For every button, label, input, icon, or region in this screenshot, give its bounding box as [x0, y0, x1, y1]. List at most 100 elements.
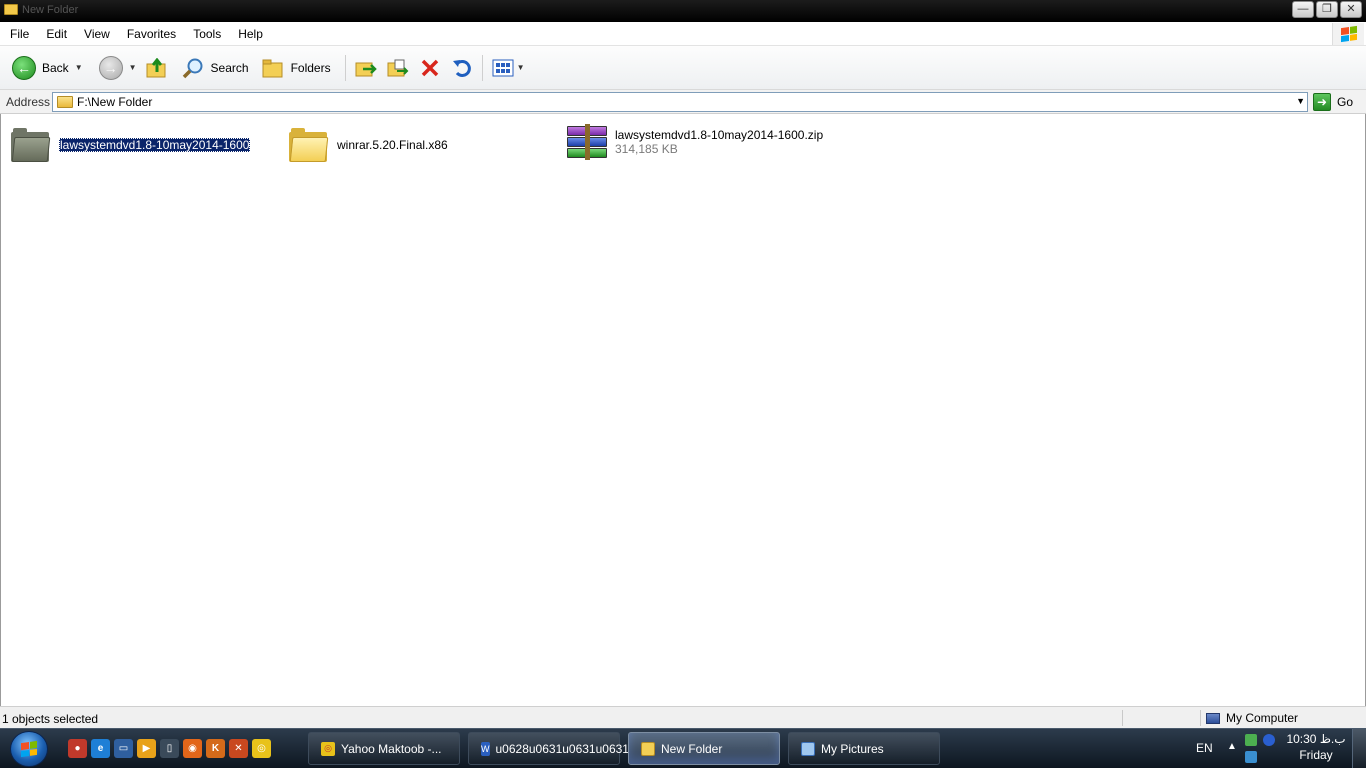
my-computer-icon [1206, 712, 1220, 724]
address-bar: Address F:\New Folder ▼ ➜ Go [0, 90, 1366, 114]
delete-icon [418, 56, 442, 80]
show-desktop-button[interactable] [1352, 729, 1366, 768]
file-name[interactable]: lawsystemdvd1.8-10may2014-1600 [59, 138, 251, 152]
pictures-icon [801, 741, 815, 756]
folder-icon [57, 96, 73, 108]
status-location-label: My Computer [1226, 711, 1299, 725]
start-button[interactable] [10, 731, 48, 767]
windows-logo-icon [1332, 23, 1364, 45]
undo-icon [450, 56, 474, 80]
file-name[interactable]: lawsystemdvd1.8-10may2014-1600.zip [615, 128, 823, 142]
restore-button[interactable]: ❐ [1316, 1, 1338, 18]
address-input[interactable]: F:\New Folder ▼ [52, 92, 1308, 112]
folders-icon [261, 56, 285, 80]
menu-help[interactable]: Help [228, 27, 270, 41]
folder-icon [641, 741, 655, 756]
toolbar-separator [344, 54, 346, 81]
clock[interactable]: 10:30 ب.ظ Friday [1286, 731, 1346, 763]
status-divider [1122, 710, 1123, 726]
minimize-button[interactable]: — [1292, 1, 1314, 18]
chrome-icon[interactable]: ◎ [252, 739, 271, 758]
go-button[interactable]: ➜ Go [1313, 93, 1353, 111]
word-icon: W [481, 741, 490, 756]
task-label: My Pictures [821, 741, 884, 756]
address-label: Address [6, 94, 51, 109]
system-tray [1243, 733, 1277, 765]
status-selection: 1 objects selected [2, 712, 99, 726]
move-to-button[interactable] [350, 53, 382, 83]
status-location: My Computer [1206, 711, 1298, 725]
close-button[interactable]: ✕ [1340, 1, 1362, 18]
move-to-icon [354, 56, 378, 80]
security-app-icon[interactable]: ● [68, 739, 87, 758]
menu-file[interactable]: File [0, 27, 36, 41]
forward-arrow-icon: → [98, 55, 123, 80]
address-value[interactable]: F:\New Folder [77, 95, 152, 109]
folder-icon [4, 4, 18, 15]
show-desktop-icon[interactable]: ▭ [114, 739, 133, 758]
task-label: New Folder [661, 741, 723, 756]
views-button[interactable]: ▼ [487, 53, 529, 83]
go-arrow-icon: ➜ [1313, 93, 1331, 111]
back-arrow-icon: ← [12, 55, 36, 80]
file-name[interactable]: winrar.5.20.Final.x86 [337, 138, 448, 152]
file-tile-folder[interactable]: winrar.5.20.Final.x86 [289, 128, 448, 162]
tools-app-icon[interactable]: ✕ [229, 739, 248, 758]
taskbar-item-new-folder[interactable]: New Folder [628, 732, 780, 765]
views-dropdown-icon[interactable]: ▼ [517, 63, 525, 72]
taskbar-item-word[interactable]: W u0628u0631u0631u0631... [468, 732, 639, 765]
delete-button[interactable] [414, 53, 446, 83]
file-size: 314,185 KB [615, 142, 678, 156]
kmplayer-icon[interactable]: K [206, 739, 225, 758]
forward-button[interactable]: → ▼ [95, 53, 141, 83]
toolbar: ← Back ▼ → ▼ Search Folders ▼ [0, 46, 1366, 90]
title-bar: New Folder — ❐ ✕ [0, 0, 1366, 22]
clock-day: Friday [1299, 748, 1333, 762]
firefox-icon[interactable]: ◉ [183, 739, 202, 758]
toolbar-separator [481, 54, 483, 81]
back-label: Back [42, 60, 69, 75]
menu-view[interactable]: View [74, 27, 117, 41]
connection-icon[interactable] [1245, 751, 1257, 763]
search-icon [181, 56, 205, 80]
file-tile-archive[interactable]: lawsystemdvd1.8-10may2014-1600.zip 314,1… [565, 124, 823, 160]
go-label: Go [1337, 95, 1354, 109]
views-icon [491, 56, 515, 80]
status-bar: 1 objects selected My Computer [0, 706, 1366, 728]
folders-label: Folders [290, 60, 331, 75]
phone-icon[interactable]: ▯ [160, 739, 179, 758]
menu-favorites[interactable]: Favorites [117, 27, 183, 41]
windows-logo-icon [21, 740, 37, 758]
language-indicator[interactable]: EN [1196, 741, 1213, 755]
bluetooth-icon[interactable] [1263, 734, 1275, 746]
copy-to-icon [386, 56, 410, 80]
task-label: Yahoo Maktoob -... [341, 741, 442, 756]
search-button[interactable]: Search [177, 53, 253, 83]
network-icon[interactable] [1245, 734, 1257, 746]
media-player-icon[interactable]: ▶ [137, 739, 156, 758]
up-folder-icon [145, 56, 169, 80]
folders-button[interactable]: Folders [257, 53, 335, 83]
window-title: New Folder [22, 4, 79, 16]
address-dropdown-icon[interactable]: ▼ [1296, 96, 1305, 106]
search-label: Search [210, 60, 249, 75]
clock-time: 10:30 ب.ظ [1286, 732, 1346, 746]
task-label: u0628u0631u0631u0631... [495, 741, 639, 756]
quick-launch: ● e ▭ ▶ ▯ ◉ K ✕ ◎ [68, 739, 271, 758]
internet-explorer-icon[interactable]: e [91, 739, 110, 758]
up-folder-button[interactable] [141, 53, 173, 83]
chrome-icon: ◎ [321, 741, 335, 756]
back-button[interactable]: ← Back ▼ [8, 53, 87, 83]
menu-tools[interactable]: Tools [183, 27, 228, 41]
menu-edit[interactable]: Edit [36, 27, 74, 41]
undo-button[interactable] [446, 53, 478, 83]
show-hidden-icons-icon[interactable]: ▲ [1227, 741, 1237, 752]
file-view[interactable]: lawsystemdvd1.8-10may2014-1600 winrar.5.… [0, 114, 1366, 706]
file-tile-folder[interactable]: lawsystemdvd1.8-10may2014-1600 [11, 128, 251, 162]
taskbar-item-my-pictures[interactable]: My Pictures [788, 732, 940, 765]
forward-dropdown-icon[interactable]: ▼ [129, 63, 137, 72]
taskbar-item-chrome[interactable]: ◎ Yahoo Maktoob -... [308, 732, 460, 765]
window-controls: — ❐ ✕ [1292, 1, 1362, 18]
copy-to-button[interactable] [382, 53, 414, 83]
back-dropdown-icon[interactable]: ▼ [75, 63, 83, 72]
